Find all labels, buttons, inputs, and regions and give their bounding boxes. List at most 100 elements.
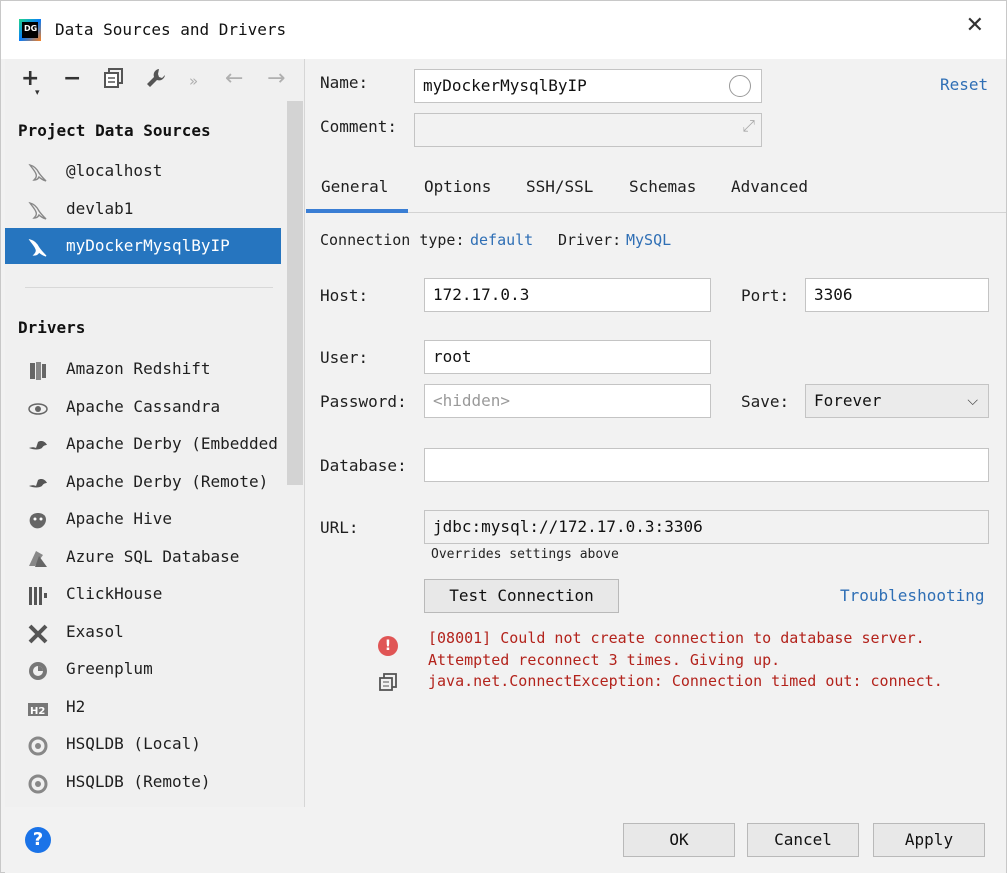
copy-icon[interactable] bbox=[103, 67, 125, 95]
datasource-item[interactable]: @localhost bbox=[5, 153, 281, 189]
project-data-sources-heading: Project Data Sources bbox=[18, 121, 211, 140]
port-label: Port: bbox=[741, 286, 790, 305]
mysql-icon bbox=[27, 236, 49, 258]
wrench-icon[interactable] bbox=[145, 67, 167, 95]
expand-icon[interactable]: ⤢ bbox=[742, 116, 755, 136]
driver-label: Azure SQL Database bbox=[66, 546, 240, 566]
name-label: Name: bbox=[320, 73, 369, 92]
datagrip-app-icon: DG bbox=[19, 19, 41, 41]
driver-item[interactable]: Greenplum bbox=[5, 651, 281, 687]
section-divider bbox=[25, 287, 273, 288]
tab-schemas[interactable]: Schemas bbox=[629, 177, 696, 196]
hsqldb-icon bbox=[27, 734, 49, 756]
cancel-button[interactable]: Cancel bbox=[747, 823, 859, 857]
back-icon[interactable]: ← bbox=[225, 67, 243, 91]
comment-label: Comment: bbox=[320, 117, 398, 136]
datasource-item[interactable]: devlab1 bbox=[5, 191, 281, 227]
driver-item[interactable]: Apache Derby (Remote) bbox=[5, 464, 281, 500]
user-input[interactable]: root bbox=[424, 340, 711, 374]
driver-item[interactable]: Apache Derby (Embedded bbox=[5, 426, 281, 462]
driver-label: Amazon Redshift bbox=[66, 359, 211, 378]
tab-advanced[interactable]: Advanced bbox=[731, 177, 808, 196]
test-connection-button[interactable]: Test Connection bbox=[424, 579, 619, 613]
driver-label: Greenplum bbox=[66, 659, 153, 678]
driver-link[interactable]: MySQL bbox=[626, 231, 671, 249]
password-label: Password: bbox=[320, 392, 407, 411]
apply-button[interactable]: Apply bbox=[873, 823, 985, 857]
driver-item[interactable]: Azure SQL Database bbox=[5, 539, 281, 575]
ok-button[interactable]: OK bbox=[623, 823, 735, 857]
driver-item[interactable]: Apache Cassandra bbox=[5, 389, 281, 425]
exasol-icon bbox=[27, 622, 49, 644]
copy-icon[interactable] bbox=[378, 672, 398, 692]
redshift-icon bbox=[27, 359, 49, 381]
error-line: Attempted reconnect 3 times. Giving up. bbox=[428, 651, 781, 669]
driver-item[interactable]: HSQLDB (Remote) bbox=[5, 764, 281, 800]
hive-icon bbox=[27, 509, 49, 531]
tab-general[interactable]: General bbox=[321, 177, 388, 196]
driver-label: Apache Cassandra bbox=[66, 396, 221, 416]
sidebar-scrollbar[interactable] bbox=[287, 101, 303, 485]
port-input[interactable]: 3306 bbox=[805, 278, 989, 312]
driver-item[interactable]: ClickHouse bbox=[5, 576, 281, 612]
title-bar: DG Data Sources and Drivers ✕ bbox=[1, 1, 1006, 59]
drivers-heading: Drivers bbox=[18, 318, 86, 337]
driver-label: Exasol bbox=[66, 621, 124, 641]
forward-icon[interactable]: → bbox=[267, 67, 285, 91]
cassandra-icon bbox=[27, 397, 49, 419]
driver-label: Apache Derby (Embedded bbox=[66, 434, 278, 453]
dialog-footer: ? OK Cancel Apply bbox=[5, 807, 1006, 873]
chevron-down-icon[interactable]: ▾ bbox=[35, 81, 40, 105]
datasource-label: @localhost bbox=[66, 161, 163, 180]
datasource-item-selected[interactable]: myDockerMysqlByIP bbox=[5, 228, 281, 264]
greenplum-icon bbox=[27, 659, 49, 681]
url-note: Overrides settings above bbox=[431, 547, 619, 562]
password-placeholder: <hidden> bbox=[433, 391, 511, 410]
error-line: [08001] Could not create connection to d… bbox=[428, 629, 925, 647]
color-picker-icon[interactable] bbox=[729, 75, 751, 97]
connection-type-link[interactable]: default bbox=[470, 231, 533, 249]
driver-item[interactable]: H2 H2 bbox=[5, 689, 281, 725]
reset-link[interactable]: Reset bbox=[940, 75, 988, 94]
clickhouse-icon bbox=[27, 584, 49, 606]
user-label: User: bbox=[320, 348, 369, 367]
sidebar-toolbar: + ▾ − » ← → bbox=[5, 59, 305, 101]
active-tab-indicator bbox=[306, 209, 408, 213]
azure-icon bbox=[27, 547, 49, 569]
driver-label: ClickHouse bbox=[66, 584, 163, 603]
help-icon[interactable]: ? bbox=[25, 827, 51, 853]
name-input[interactable]: myDockerMysqlByIP bbox=[414, 69, 762, 103]
close-icon[interactable]: ✕ bbox=[966, 13, 984, 38]
url-input[interactable]: jdbc:mysql://172.17.0.3:3306 bbox=[424, 510, 989, 544]
database-label: Database: bbox=[320, 456, 407, 475]
window-title: Data Sources and Drivers bbox=[55, 20, 287, 39]
datasource-label: myDockerMysqlByIP bbox=[66, 236, 230, 255]
hsqldb-icon bbox=[27, 772, 49, 794]
mysql-icon bbox=[27, 161, 49, 183]
comment-input[interactable]: ⤢ bbox=[414, 113, 762, 147]
driver-label: HSQLDB (Local) bbox=[66, 734, 201, 753]
driver-item[interactable]: Apache Hive bbox=[5, 501, 281, 537]
error-icon: ! bbox=[378, 636, 398, 656]
mysql-icon bbox=[27, 199, 49, 221]
driver-label: H2 bbox=[66, 696, 86, 716]
troubleshooting-link[interactable]: Troubleshooting bbox=[840, 586, 985, 605]
data-sources-dialog: DG Data Sources and Drivers ✕ + ▾ − » ← … bbox=[0, 0, 1007, 873]
datasource-label: devlab1 bbox=[66, 199, 134, 218]
driver-label: Driver: bbox=[558, 231, 622, 249]
driver-item[interactable]: HSQLDB (Local) bbox=[5, 726, 281, 762]
password-input[interactable]: <hidden> bbox=[424, 384, 711, 418]
left-panel: + ▾ − » ← → Project Data Sources @localh… bbox=[5, 59, 305, 807]
driver-item[interactable]: Amazon Redshift bbox=[5, 351, 281, 387]
save-select[interactable]: Forever ⌵ bbox=[805, 384, 989, 418]
save-label: Save: bbox=[741, 392, 790, 411]
database-input[interactable] bbox=[424, 448, 989, 482]
more-icon[interactable]: » bbox=[189, 69, 198, 93]
derby-icon bbox=[27, 434, 49, 456]
minus-icon[interactable]: − bbox=[63, 67, 81, 91]
tab-options[interactable]: Options bbox=[424, 177, 491, 196]
driver-item[interactable]: Exasol bbox=[5, 614, 281, 650]
error-line: java.net.ConnectException: Connection ti… bbox=[428, 672, 943, 690]
tab-ssh-ssl[interactable]: SSH/SSL bbox=[526, 177, 593, 196]
host-input[interactable]: 172.17.0.3 bbox=[424, 278, 711, 312]
